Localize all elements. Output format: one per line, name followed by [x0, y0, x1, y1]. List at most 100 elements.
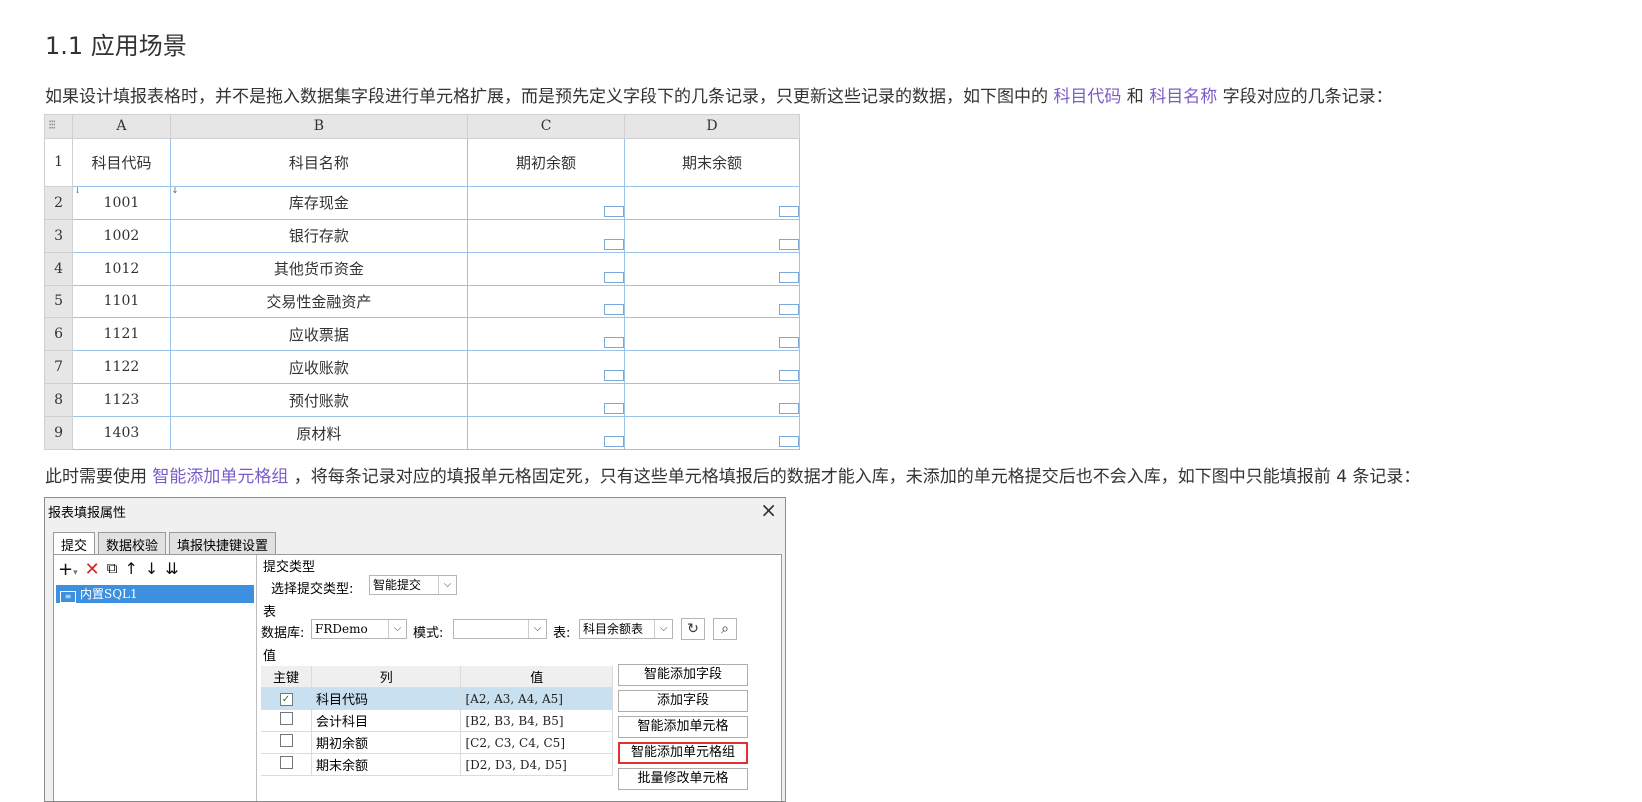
- name-cell[interactable]: 原材料: [169, 416, 469, 450]
- link-subject-name[interactable]: 科目名称: [1149, 87, 1217, 107]
- name-cell[interactable]: 预付账款: [169, 383, 469, 418]
- name-cell[interactable]: 其他货币资金: [169, 251, 469, 286]
- name-cell[interactable]: 应收账款: [169, 350, 469, 385]
- row-number[interactable]: 7: [43, 350, 74, 385]
- input-cell[interactable]: [467, 416, 626, 450]
- submit-type-select[interactable]: 智能提交 ⌵: [369, 575, 457, 595]
- input-cell[interactable]: [624, 317, 800, 352]
- input-cell[interactable]: [467, 251, 626, 286]
- move-up-icon[interactable]: ↑: [124, 559, 137, 580]
- batch-modify-cell-button[interactable]: 批量修改单元格: [618, 768, 748, 790]
- column-header[interactable]: B: [169, 114, 469, 139]
- link-subject-code[interactable]: 科目代码: [1053, 87, 1121, 107]
- cell-value[interactable]: [B2, B3, B4, B5]: [460, 709, 613, 732]
- column-header[interactable]: C: [467, 114, 626, 139]
- table-row[interactable]: 会计科目 [B2, B3, B4, B5]: [261, 709, 613, 732]
- column-name: 期末余额: [311, 753, 462, 776]
- row-number[interactable]: 9: [43, 416, 74, 450]
- add-icon[interactable]: +▾: [58, 559, 78, 580]
- code-cell[interactable]: 1012: [72, 251, 171, 286]
- code-cell[interactable]: 1122: [72, 350, 171, 385]
- link-smart-add-cell-group[interactable]: 智能添加单元格组: [152, 467, 288, 487]
- text-widget-icon: [779, 238, 799, 250]
- text-widget-icon: [604, 436, 625, 447]
- table-value: 科目余额表: [583, 622, 644, 636]
- list-toolbar: +▾ ✕ ⧉ ↑ ↓ ⇊: [58, 559, 179, 580]
- name-cell[interactable]: ↓ 库存现金: [169, 186, 469, 220]
- text-widget-icon: [779, 403, 799, 415]
- header-cell[interactable]: 期初余额: [467, 137, 626, 187]
- code-cell[interactable]: 1002: [72, 218, 171, 253]
- table-section-label: 表: [263, 605, 277, 620]
- text-widget-icon: [604, 403, 625, 415]
- row-number[interactable]: 3: [43, 218, 74, 253]
- schema-select[interactable]: ⌵: [453, 619, 547, 639]
- input-cell[interactable]: [467, 383, 626, 418]
- code-cell[interactable]: 1121: [72, 317, 171, 352]
- row-number[interactable]: 5: [43, 284, 74, 319]
- row-number[interactable]: 2: [43, 185, 74, 220]
- header-cell[interactable]: 科目名称: [169, 137, 469, 187]
- copy-icon[interactable]: ⧉: [107, 559, 118, 580]
- input-cell[interactable]: [624, 284, 800, 319]
- column-header[interactable]: A: [72, 114, 171, 139]
- cell-value[interactable]: [C2, C3, C4, C5]: [460, 731, 613, 754]
- input-cell[interactable]: [624, 251, 800, 286]
- primary-key-checkbox[interactable]: ✓: [279, 693, 293, 706]
- code-cell[interactable]: 1101: [72, 284, 171, 319]
- row-number[interactable]: 4: [43, 251, 74, 286]
- refresh-icon[interactable]: ↻: [681, 618, 705, 640]
- table-row[interactable]: ✓ 科目代码 [A2, A3, A4, A5]: [261, 687, 613, 710]
- input-cell[interactable]: [624, 383, 800, 418]
- usage-text-after: ，将每条记录对应的填报单元格固定死，只有这些单元格填报后的数据才能入库，未添加的…: [288, 467, 1421, 487]
- primary-key-checkbox[interactable]: [279, 712, 293, 725]
- table-select[interactable]: 科目余额表 ⌵: [579, 619, 673, 639]
- tab-shortcut-settings[interactable]: 填报快捷键设置: [169, 532, 277, 554]
- row-number[interactable]: 8: [43, 383, 74, 418]
- tab-data-validation[interactable]: 数据校验: [98, 532, 167, 554]
- database-select[interactable]: FRDemo ⌵: [311, 619, 407, 639]
- delete-icon[interactable]: ✕: [85, 559, 100, 580]
- add-field-button[interactable]: 添加字段: [618, 690, 748, 712]
- corner-cell[interactable]: ⁝⁝⁝: [43, 114, 74, 139]
- smart-add-cell-group-button[interactable]: 智能添加单元格组: [618, 742, 748, 764]
- code-cell[interactable]: 1123: [72, 383, 171, 418]
- column-name: 科目代码: [311, 687, 462, 710]
- primary-key-checkbox[interactable]: [279, 756, 293, 769]
- table-row: 8 1123 预付账款: [43, 383, 800, 418]
- input-cell[interactable]: [467, 218, 626, 253]
- smart-add-cell-button[interactable]: 智能添加单元格: [618, 716, 748, 738]
- input-cell[interactable]: [624, 185, 800, 220]
- cell-value[interactable]: [A2, A3, A4, A5]: [460, 687, 613, 710]
- input-cell[interactable]: [624, 416, 800, 450]
- close-icon[interactable]: ×: [760, 498, 777, 522]
- input-cell[interactable]: [467, 185, 626, 220]
- input-cell[interactable]: [467, 284, 626, 319]
- move-bottom-icon[interactable]: ⇊: [165, 559, 178, 580]
- header-cell[interactable]: 科目代码: [72, 137, 171, 187]
- chevron-down-icon: ⌵: [438, 576, 456, 594]
- row-number[interactable]: 6: [43, 317, 74, 352]
- column-header[interactable]: D: [624, 114, 800, 139]
- table-row[interactable]: 期末余额 [D2, D3, D4, D5]: [261, 753, 613, 776]
- name-cell[interactable]: 银行存款: [169, 218, 469, 253]
- cell-value[interactable]: [D2, D3, D4, D5]: [460, 753, 613, 776]
- input-cell[interactable]: [467, 317, 626, 352]
- code-cell[interactable]: ↓ 1001: [72, 186, 171, 220]
- table-row[interactable]: 期初余额 [C2, C3, C4, C5]: [261, 731, 613, 754]
- input-cell[interactable]: [467, 350, 626, 385]
- input-cell[interactable]: [624, 218, 800, 253]
- smart-add-field-button[interactable]: 智能添加字段: [618, 664, 748, 686]
- move-down-icon[interactable]: ↓: [145, 559, 158, 580]
- list-item[interactable]: ≡ 内置SQL1: [56, 585, 254, 603]
- header-cell[interactable]: 期末余额: [624, 137, 800, 187]
- code-cell[interactable]: 1403: [72, 416, 171, 450]
- value-mapping-table: 主键 列 值 ✓ 科目代码 [A2, A3, A4, A5] 会计科目 [B2,…: [261, 666, 613, 776]
- primary-key-checkbox[interactable]: [279, 734, 293, 747]
- name-cell[interactable]: 交易性金融资产: [169, 284, 469, 319]
- name-cell[interactable]: 应收票据: [169, 317, 469, 352]
- row-number[interactable]: 1: [43, 137, 74, 187]
- column-name: 会计科目: [311, 709, 462, 732]
- preview-icon[interactable]: ⌕: [713, 618, 737, 640]
- input-cell[interactable]: [624, 350, 800, 385]
